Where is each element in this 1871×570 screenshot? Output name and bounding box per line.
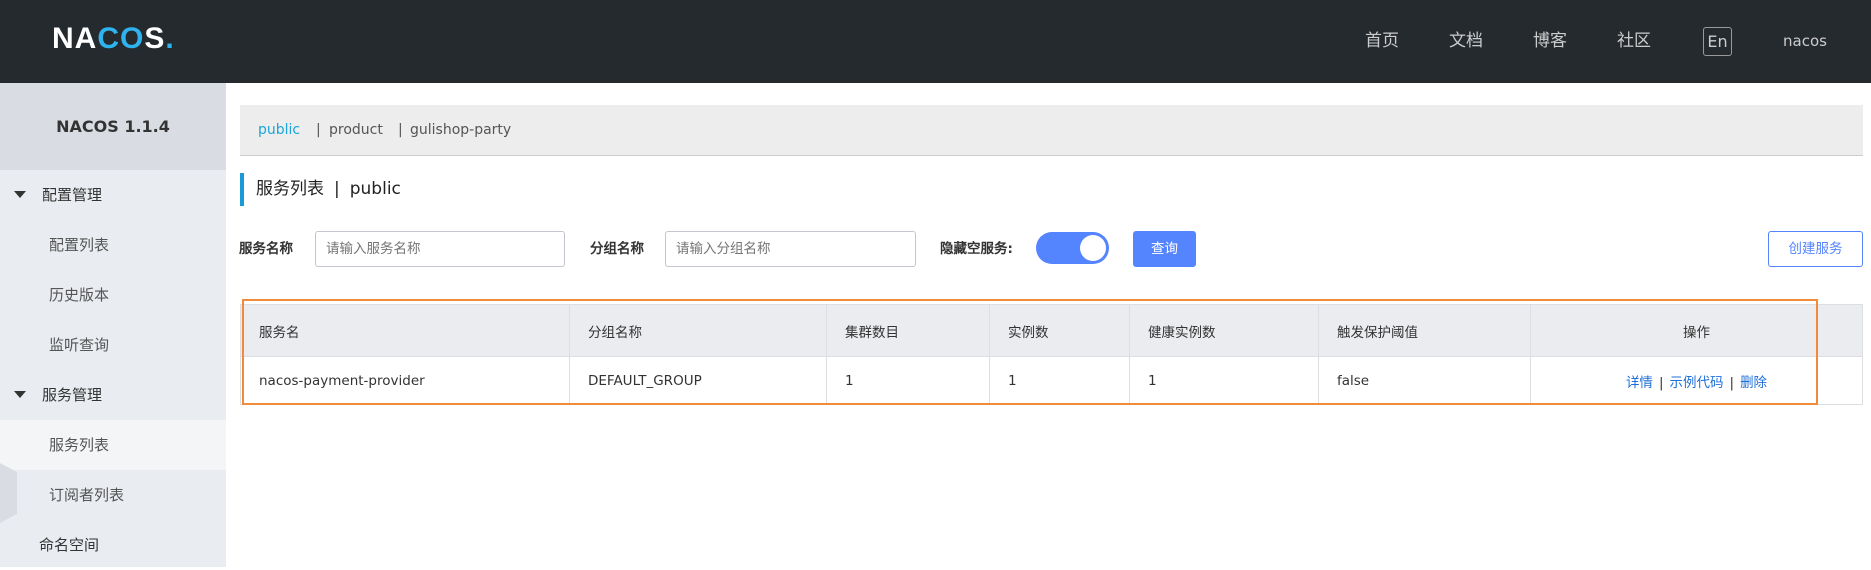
cell-healthy: 1 <box>1129 356 1319 405</box>
nav-blog[interactable]: 博客 <box>1533 0 1567 83</box>
table-header-row: 服务名 分组名称 集群数目 实例数 健康实例数 触发保护阈值 操作 <box>240 304 1863 357</box>
cell-service-name: nacos-payment-provider <box>240 356 570 405</box>
namespace-tab-public[interactable]: public <box>258 105 300 156</box>
group-name-input[interactable] <box>665 231 916 267</box>
hide-empty-toggle[interactable] <box>1036 232 1109 264</box>
service-name-input[interactable] <box>315 231 565 267</box>
sidebar-group-config[interactable]: 配置管理 <box>0 170 226 220</box>
toggle-knob <box>1080 235 1106 261</box>
sidebar-group-label: 配置管理 <box>42 186 103 204</box>
create-service-button[interactable]: 创建服务 <box>1768 231 1863 267</box>
namespace-tabs: public | product | gulishop-party <box>240 105 1863 156</box>
col-healthy: 健康实例数 <box>1129 304 1319 357</box>
title-text: 服务列表 <box>256 179 324 199</box>
cell-clusters: 1 <box>826 356 990 405</box>
sidebar-item-config-list[interactable]: 配置列表 <box>0 220 226 270</box>
sidebar-item-service-list[interactable]: 服务列表 <box>0 420 226 470</box>
cell-threshold: false <box>1318 356 1531 405</box>
nav-home[interactable]: 首页 <box>1365 0 1399 83</box>
col-service-name: 服务名 <box>240 304 570 357</box>
col-group-name: 分组名称 <box>569 304 827 357</box>
col-clusters: 集群数目 <box>826 304 990 357</box>
sidebar-item-history[interactable]: 历史版本 <box>0 270 226 320</box>
delete-link[interactable]: 删除 <box>1740 375 1767 391</box>
nav-docs[interactable]: 文档 <box>1449 0 1483 83</box>
nav-community[interactable]: 社区 <box>1617 0 1651 83</box>
detail-link[interactable]: 详情 <box>1626 375 1653 391</box>
hide-empty-label: 隐藏空服务: <box>940 241 1013 257</box>
table-row: nacos-payment-provider DEFAULT_GROUP 1 1… <box>240 356 1863 405</box>
action-separator: | <box>1729 374 1735 391</box>
action-separator: | <box>1658 374 1664 391</box>
user-menu[interactable]: nacos <box>1783 0 1827 83</box>
sidebar-group-label: 服务管理 <box>42 386 103 404</box>
page-title: 服务列表 | public <box>240 173 401 206</box>
language-toggle[interactable]: En <box>1703 27 1732 56</box>
cell-instances: 1 <box>989 356 1130 405</box>
col-instances: 实例数 <box>989 304 1130 357</box>
caret-down-icon <box>14 391 26 398</box>
sidebar: NACOS 1.1.4 配置管理 配置列表 历史版本 监听查询 服务管理 服务列… <box>0 83 226 567</box>
sample-code-link[interactable]: 示例代码 <box>1670 375 1724 391</box>
top-header: NACOS. 首页 文档 博客 社区 En nacos <box>0 0 1871 83</box>
group-name-label: 分组名称 <box>590 241 644 257</box>
sidebar-item-listener-query[interactable]: 监听查询 <box>0 320 226 370</box>
tab-separator: | <box>316 122 321 138</box>
service-table: 服务名 分组名称 集群数目 实例数 健康实例数 触发保护阈值 操作 nacos-… <box>240 304 1863 405</box>
sidebar-group-service[interactable]: 服务管理 <box>0 370 226 420</box>
title-separator: | <box>334 179 340 199</box>
caret-down-icon <box>14 191 26 198</box>
query-button[interactable]: 查询 <box>1133 231 1196 267</box>
title-namespace: public <box>349 179 401 199</box>
sidebar-item-namespace[interactable]: 命名空间 <box>0 520 226 570</box>
service-name-label: 服务名称 <box>239 241 293 257</box>
tab-separator: | <box>398 122 403 138</box>
version-title: NACOS 1.1.4 <box>0 83 226 170</box>
namespace-tab-product[interactable]: product <box>329 105 383 156</box>
cell-group: DEFAULT_GROUP <box>569 356 827 405</box>
nacos-logo[interactable]: NACOS. <box>52 22 175 56</box>
cell-actions: 详情 | 示例代码 | 删除 <box>1530 356 1863 405</box>
col-threshold: 触发保护阈值 <box>1318 304 1531 357</box>
col-actions: 操作 <box>1530 304 1863 357</box>
sidebar-item-subscribers[interactable]: 订阅者列表 <box>0 470 226 520</box>
namespace-tab-gulishop-party[interactable]: gulishop-party <box>410 105 511 156</box>
sidebar-collapse-handle[interactable] <box>0 463 17 523</box>
